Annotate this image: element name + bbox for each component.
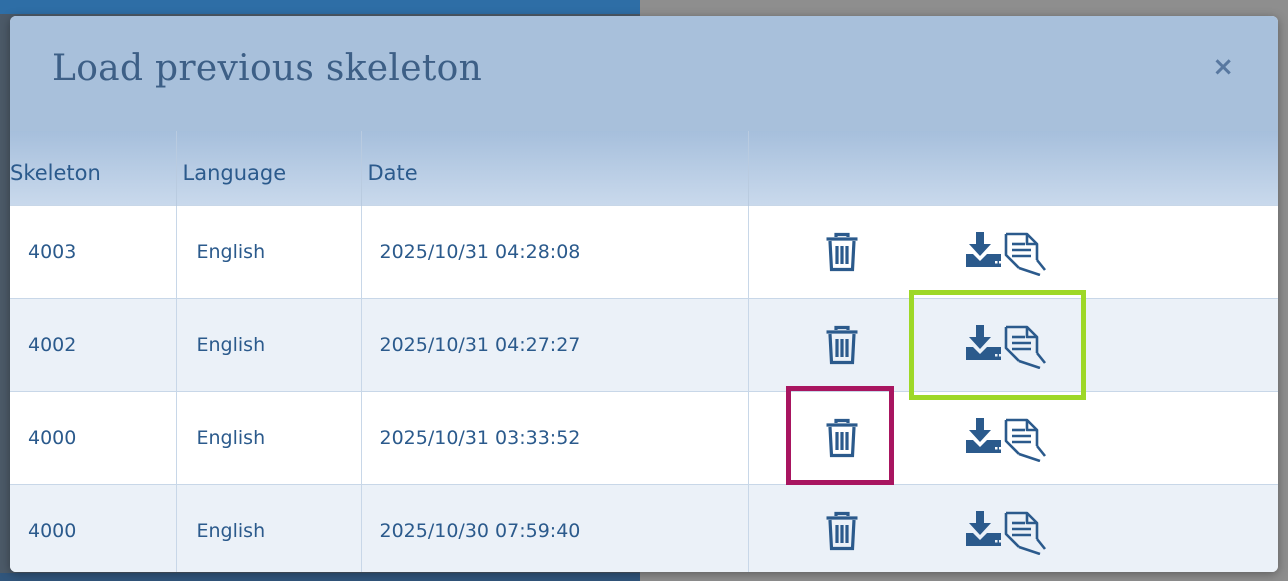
- dialog-title: Load previous skeleton: [52, 48, 483, 89]
- dialog-header: Load previous skeleton ×: [10, 16, 1278, 131]
- cell-language: English: [176, 483, 362, 572]
- table-row: 4002 English 2025/10/31 04:27:27: [10, 297, 1278, 391]
- close-button[interactable]: ×: [1212, 54, 1234, 80]
- table-row: 4003 English 2025/10/31 04:28:08: [10, 204, 1278, 298]
- download-document-icon[interactable]: [965, 230, 1053, 281]
- cell-actions: [748, 483, 1278, 572]
- download-document-icon[interactable]: [965, 323, 1053, 374]
- cell-date: 2025/10/30 07:59:40: [361, 483, 749, 572]
- download-document-icon[interactable]: [965, 416, 1053, 467]
- load-skeleton-dialog: Load previous skeleton × Skeleton Langua…: [10, 16, 1278, 572]
- column-header-language: Language: [176, 131, 362, 205]
- column-header-skeleton: Skeleton: [10, 131, 177, 205]
- table-header: Skeleton Language Date: [10, 131, 1278, 205]
- cell-date: 2025/10/31 03:33:52: [361, 390, 749, 484]
- trash-icon[interactable]: [825, 232, 859, 277]
- cell-actions: [748, 390, 1278, 484]
- cell-language: English: [176, 390, 362, 484]
- trash-icon[interactable]: [825, 511, 859, 556]
- cell-date: 2025/10/31 04:28:08: [361, 204, 749, 298]
- trash-icon[interactable]: [825, 418, 859, 463]
- cell-actions: [748, 297, 1278, 391]
- table-row: 4000 English 2025/10/31 03:33:52: [10, 390, 1278, 484]
- background-header: [0, 0, 640, 14]
- cell-actions: [748, 204, 1278, 298]
- column-header-actions: [748, 131, 1278, 205]
- cell-skeleton: 4003: [10, 204, 177, 298]
- trash-icon[interactable]: [825, 325, 859, 370]
- cell-skeleton: 4000: [10, 483, 177, 572]
- cell-date: 2025/10/31 04:27:27: [361, 297, 749, 391]
- cell-skeleton: 4002: [10, 297, 177, 391]
- cell-language: English: [176, 204, 362, 298]
- skeleton-table: Skeleton Language Date 4003 English 2025…: [10, 131, 1278, 572]
- download-document-icon[interactable]: [965, 509, 1053, 560]
- table-row: 4000 English 2025/10/30 07:59:40: [10, 483, 1278, 572]
- background-footer: [0, 573, 640, 581]
- cell-language: English: [176, 297, 362, 391]
- column-header-date: Date: [361, 131, 749, 205]
- cell-skeleton: 4000: [10, 390, 177, 484]
